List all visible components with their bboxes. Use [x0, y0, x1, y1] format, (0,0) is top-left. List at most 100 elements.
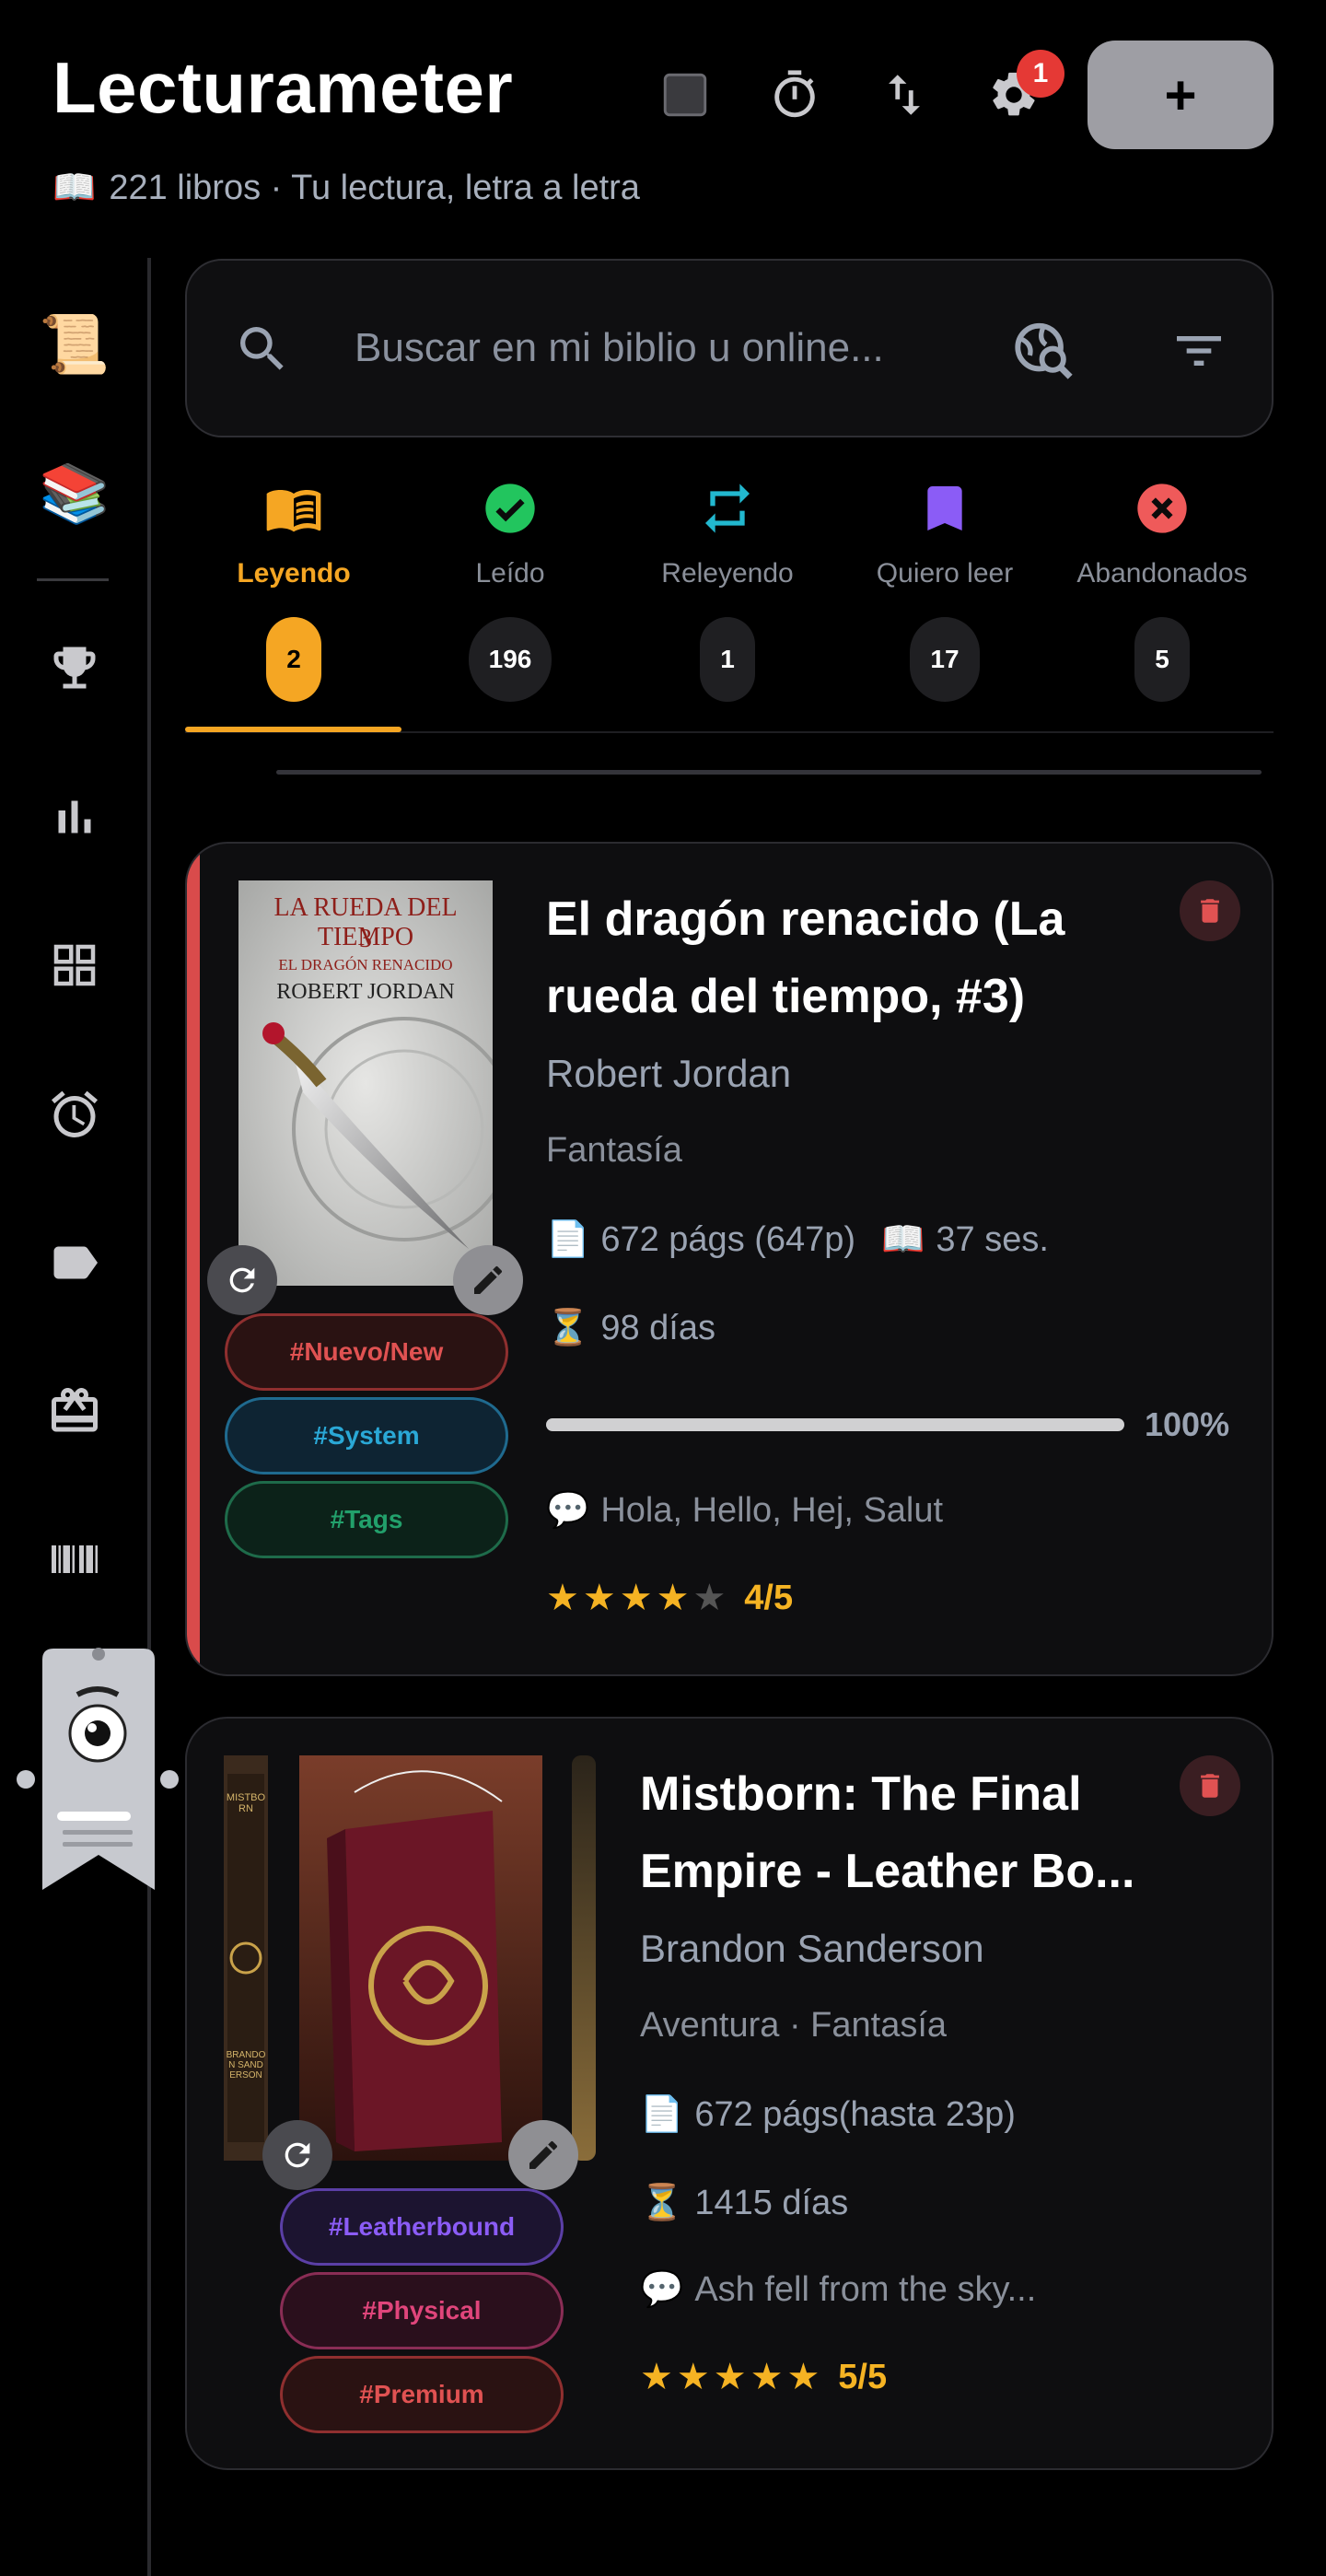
active-tab-indicator: [185, 727, 401, 732]
search-input[interactable]: Buscar en mi biblio u online...: [355, 325, 884, 371]
star-icon: ★: [713, 2357, 747, 2397]
rating-score: 4/5: [744, 1578, 794, 1617]
spine-title: MISTBORN: [226, 1792, 266, 1814]
bookmark-icon: [927, 486, 962, 530]
book-card[interactable]: LA RUEDA DEL TIEMPO 3 EL DRAGÓN RENACIDO…: [185, 842, 1274, 1676]
tab-rereading[interactable]: Releyendo 1: [619, 479, 836, 732]
tag-chip[interactable]: #Nuevo/New: [225, 1313, 508, 1391]
trash-icon: [1201, 899, 1219, 923]
book-title-continued[interactable]: rueda del tiempo, #3): [546, 958, 1025, 1035]
edit-book-button[interactable]: [508, 2120, 578, 2190]
page-icon: 📄: [546, 1220, 590, 1259]
tab-reading[interactable]: Leyendo 2: [185, 479, 402, 732]
tab-want-to-read[interactable]: Quiero leer 17: [836, 479, 1053, 732]
tab-read[interactable]: Leído 196: [401, 479, 619, 732]
book-card[interactable]: MISTBORN BRANDON SANDERSON #Leatherbound…: [185, 1717, 1274, 2470]
book-cover[interactable]: [299, 1755, 542, 2161]
rating[interactable]: ★ ★ ★ ★ ★ 4/5: [546, 1577, 793, 1619]
scroll-icon[interactable]: 📜: [37, 307, 112, 382]
bar-chart-icon[interactable]: [37, 779, 112, 855]
book-note: 💬 Hola, Hello, Hej, Salut: [546, 1490, 943, 1531]
filter-icon[interactable]: [1169, 321, 1228, 380]
book-title[interactable]: Mistborn: The Final: [640, 1755, 1082, 1833]
tab-count: 17: [910, 617, 980, 702]
tab-label: Quiero leer: [876, 558, 1014, 589]
days-info: ⏳ 1415 días: [640, 2183, 848, 2223]
tag-chip[interactable]: #Premium: [280, 2356, 564, 2433]
tag-chip[interactable]: #System: [225, 1397, 508, 1474]
notification-badge: 1: [1017, 50, 1064, 98]
page-icon: 📄: [640, 2095, 684, 2134]
star-icon: ★: [786, 2357, 820, 2397]
book-genre: Aventura · Fantasía: [640, 2006, 948, 2045]
cover-author: ROBERT JORDAN: [276, 980, 455, 1004]
search-icon: [240, 327, 284, 370]
book-author: Brandon Sanderson: [640, 1927, 984, 1970]
tag-icon[interactable]: [37, 1225, 112, 1300]
tag-chip[interactable]: #Leatherbound: [280, 2188, 564, 2266]
grid-icon[interactable]: [37, 927, 112, 1003]
note-text: Ash fell from the sky...: [694, 2269, 1037, 2309]
star-icon: ★: [656, 1578, 690, 1618]
trash-icon: [1201, 1774, 1219, 1798]
sidebar-divider: [147, 258, 151, 2576]
cover-number: 3: [359, 925, 372, 953]
star-icon: ★: [750, 2357, 784, 2397]
open-book-icon: 📖: [52, 169, 97, 207]
alarm-icon[interactable]: [37, 1077, 112, 1152]
library-subtitle: 📖 221 libros · Tu lectura, letra a letra: [52, 168, 640, 208]
pencil-icon: [474, 1265, 503, 1294]
settings-button[interactable]: 1: [982, 50, 1064, 127]
stop-icon[interactable]: [653, 63, 717, 127]
gift-icon[interactable]: [37, 1373, 112, 1449]
book-title[interactable]: El dragón renacido (La: [546, 880, 1064, 958]
timer-icon[interactable]: [762, 63, 827, 127]
online-search-icon[interactable]: [1011, 318, 1076, 382]
trophy-icon[interactable]: [37, 630, 112, 705]
open-book-icon: 📖: [881, 1220, 925, 1259]
pages-text: 672 págs (647p): [600, 1219, 856, 1259]
star-icon: ★: [676, 2357, 710, 2397]
change-cover-button[interactable]: [262, 2120, 332, 2190]
tab-count: 5: [1134, 617, 1190, 702]
star-icon: ★: [640, 2357, 673, 2397]
rating-score: 5/5: [838, 2357, 888, 2396]
change-cover-button[interactable]: [207, 1245, 277, 1315]
search-bar[interactable]: Buscar en mi biblio u online...: [185, 259, 1274, 437]
book-cover[interactable]: LA RUEDA DEL TIEMPO 3 EL DRAGÓN RENACIDO…: [238, 880, 517, 1286]
book-note: 💬 Ash fell from the sky...: [640, 2269, 1036, 2310]
refresh-icon: [229, 1267, 255, 1293]
tab-label: Leído: [475, 558, 545, 589]
star-icon: ★: [546, 1578, 579, 1618]
days-text: 1415 días: [694, 2183, 849, 2222]
progress-percent: 100%: [1145, 1405, 1230, 1443]
app-title: Lecturameter: [52, 47, 514, 128]
delete-button[interactable]: [1180, 1755, 1240, 1816]
book-title-continued[interactable]: Empire - Leather Bo...: [640, 1833, 1134, 1910]
cover-spine-left: MISTBORN BRANDON SANDERSON: [224, 1755, 268, 2161]
book-genre: Fantasía: [546, 1131, 682, 1170]
days-info: ⏳ 98 días: [546, 1308, 715, 1348]
speech-bubble-icon: 💬: [546, 1491, 590, 1530]
edit-book-button[interactable]: [453, 1245, 523, 1315]
star-icon: ★: [582, 1578, 616, 1618]
rating[interactable]: ★ ★ ★ ★ ★ 5/5: [640, 2356, 887, 2398]
tab-count: 2: [266, 617, 321, 702]
pages-text: 672 págs(hasta 23p): [694, 2094, 1016, 2134]
add-book-button[interactable]: +: [1088, 41, 1274, 149]
books-icon[interactable]: 📚: [37, 456, 112, 531]
tag-chip[interactable]: #Physical: [280, 2272, 564, 2349]
hourglass-icon: ⏳: [640, 2184, 684, 2222]
star-icon: ★: [619, 1578, 653, 1618]
barcode-icon[interactable]: [37, 1521, 112, 1597]
tab-label: Releyendo: [661, 558, 794, 589]
tag-chip[interactable]: #Tags: [225, 1481, 508, 1558]
tab-count: 1: [700, 617, 755, 702]
repeat-icon: [705, 484, 750, 533]
delete-button[interactable]: [1180, 880, 1240, 941]
open-book-tab-icon: [266, 490, 321, 532]
sort-arrows-icon[interactable]: [872, 63, 936, 127]
tab-label: Abandonados: [1076, 558, 1248, 589]
star-empty-icon: ★: [692, 1578, 727, 1618]
tab-abandoned[interactable]: Abandonados 5: [1053, 479, 1271, 732]
